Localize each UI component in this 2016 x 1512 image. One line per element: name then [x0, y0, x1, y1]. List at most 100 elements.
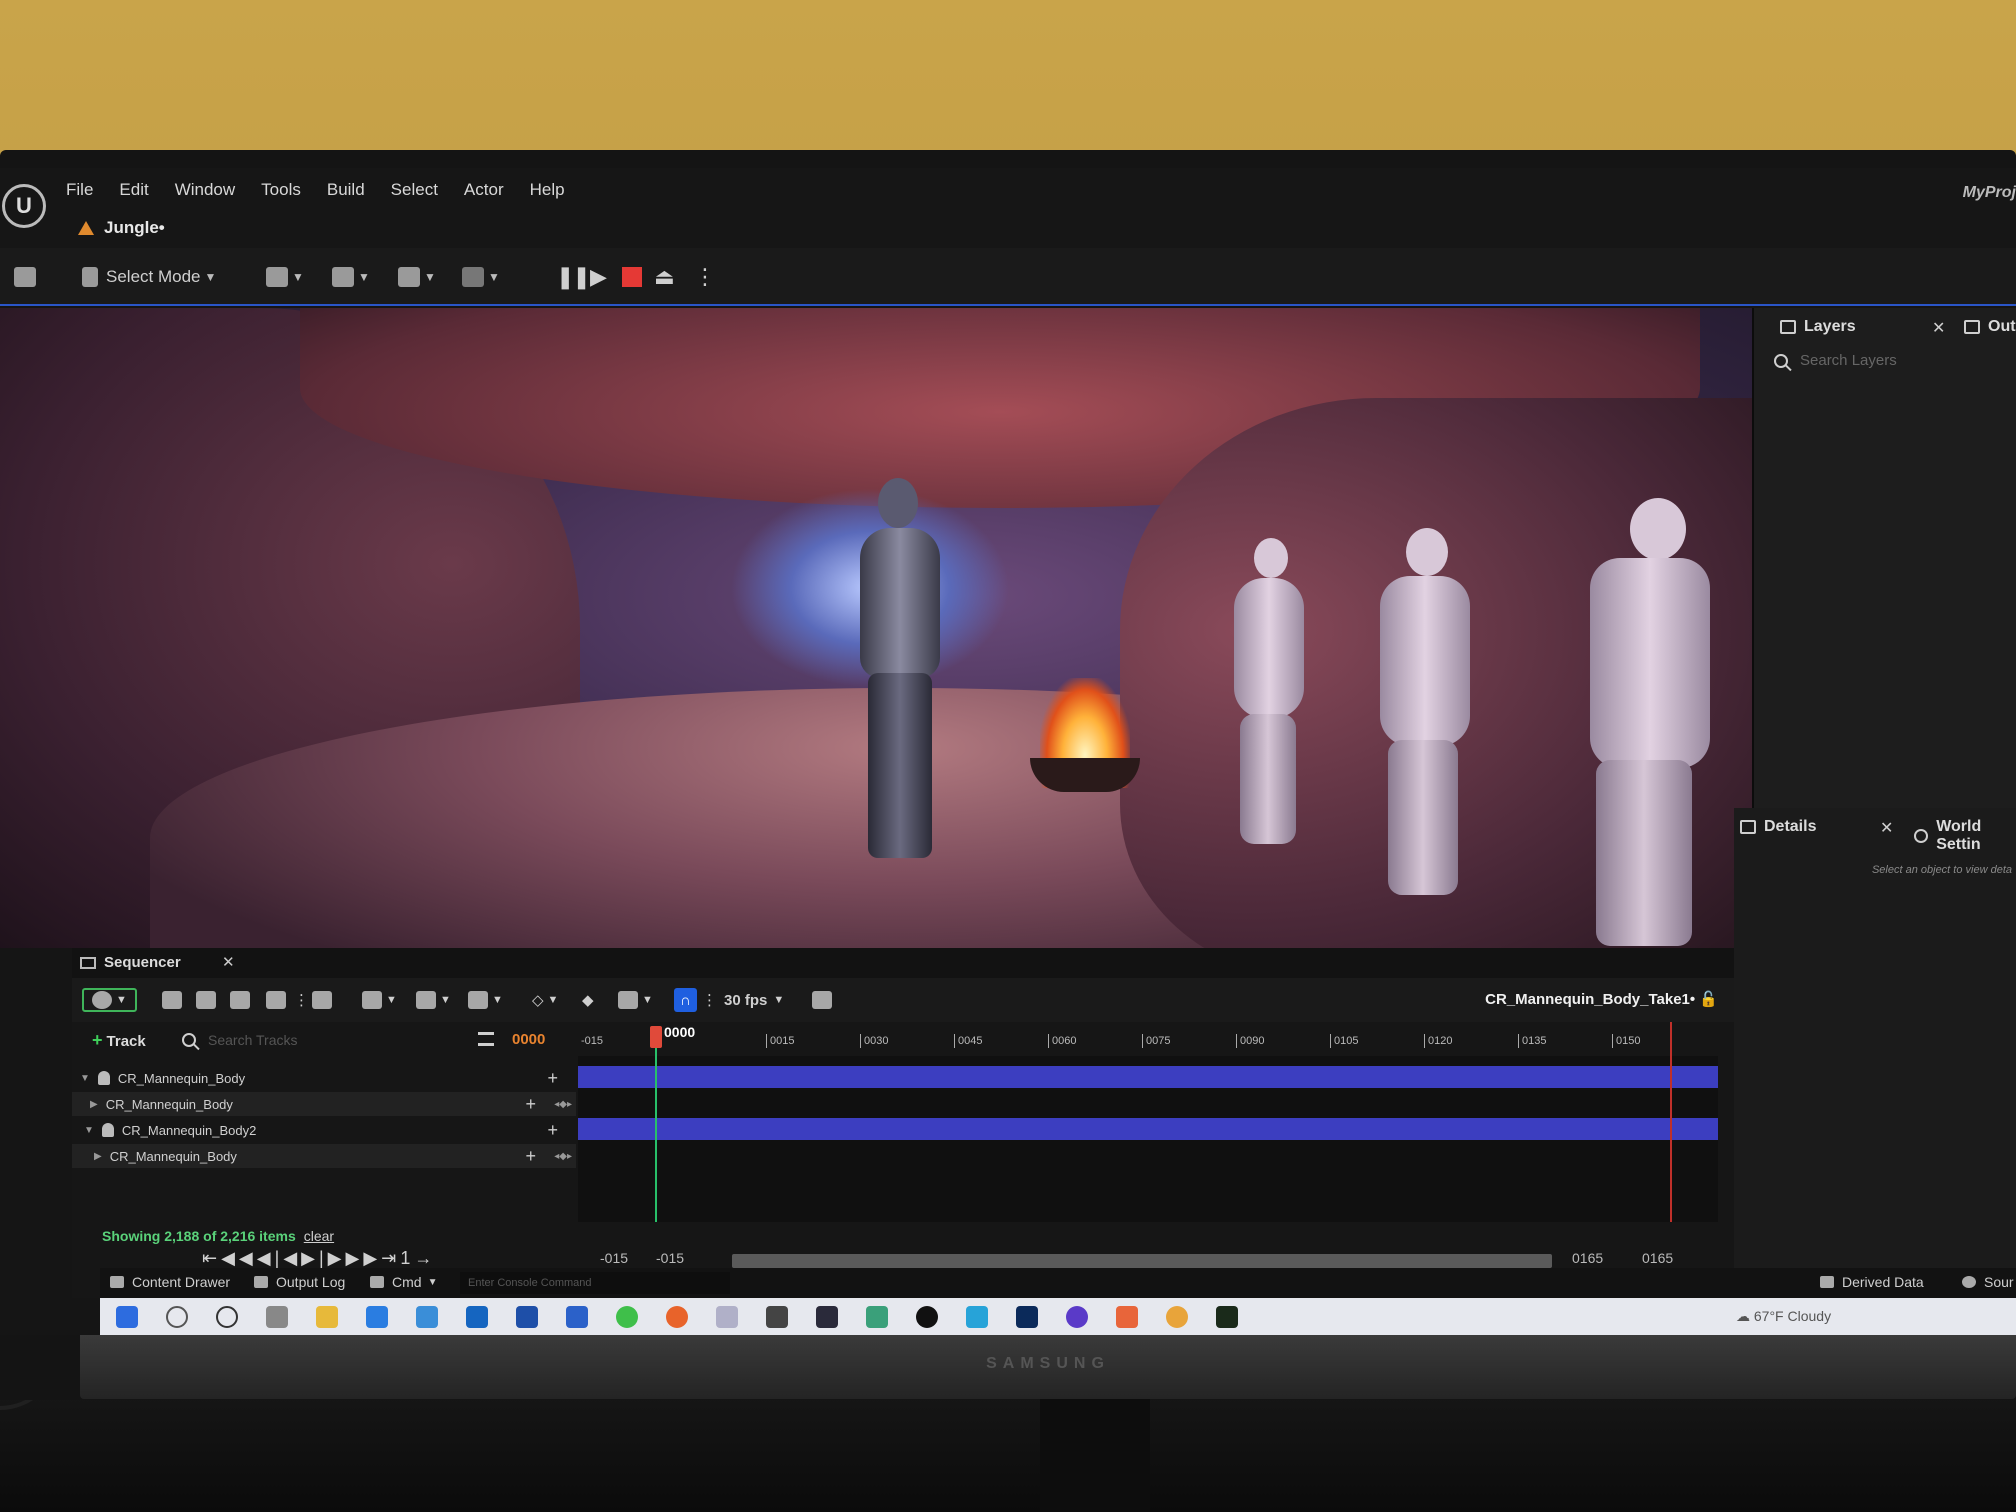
app-sun-icon[interactable]: [1166, 1306, 1188, 1328]
add-key-plus-button[interactable]: +: [525, 1146, 536, 1167]
snap-toggle[interactable]: ∩: [674, 988, 697, 1012]
player-icon[interactable]: [816, 1306, 838, 1328]
arrow-right-icon[interactable]: →: [414, 1248, 436, 1268]
figure-app-icon[interactable]: [766, 1306, 788, 1328]
close-layers-button[interactable]: ✕: [1932, 318, 1945, 338]
world-dropdown[interactable]: ▼: [82, 988, 137, 1012]
actions-button[interactable]: [312, 988, 332, 1012]
jump-to-start-icon[interactable]: ⇤: [202, 1248, 221, 1268]
blueprint-button[interactable]: ▼: [332, 262, 370, 292]
platforms-button[interactable]: ▼: [462, 262, 500, 292]
layers-search[interactable]: Search Layers: [1774, 352, 1897, 369]
play-icon[interactable]: ▶: [301, 1248, 319, 1268]
tab-outliner[interactable]: Outl: [1964, 318, 2016, 336]
windows-start-icon[interactable]: [116, 1306, 138, 1328]
menu-window[interactable]: Window: [175, 180, 249, 200]
menu-tools[interactable]: Tools: [261, 180, 315, 200]
playhead-handle[interactable]: [650, 1026, 662, 1048]
eject-button[interactable]: ⏏: [654, 262, 675, 292]
substance-painter-icon[interactable]: [1216, 1306, 1238, 1328]
save-sequence-button[interactable]: [162, 988, 182, 1012]
step-button[interactable]: ▶: [590, 262, 607, 292]
unreal-engine-icon[interactable]: [916, 1306, 938, 1328]
mannequin-2[interactable]: [1350, 528, 1490, 898]
menu-file[interactable]: File: [66, 180, 107, 200]
render-button[interactable]: [266, 988, 286, 1012]
task-view-icon[interactable]: [266, 1306, 288, 1328]
cortana-icon[interactable]: [216, 1306, 238, 1328]
snap-options-button[interactable]: ⋮: [702, 988, 717, 1012]
edge-icon[interactable]: [366, 1306, 388, 1328]
houdini-icon[interactable]: [1116, 1306, 1138, 1328]
add-actor-button[interactable]: ▼: [266, 262, 304, 292]
add-subtrack-button[interactable]: +: [547, 1120, 558, 1141]
find-in-browser-button[interactable]: [196, 988, 216, 1012]
more-options-button[interactable]: ⋮: [294, 988, 309, 1012]
view-dropdown[interactable]: ▼: [416, 988, 451, 1012]
output-log-button[interactable]: Output Log: [254, 1274, 345, 1290]
current-frame-field[interactable]: 0000: [512, 1031, 545, 1048]
character-figure[interactable]: [840, 478, 960, 858]
play-options-button[interactable]: ⋮: [694, 262, 716, 292]
menu-build[interactable]: Build: [327, 180, 379, 200]
key-nav-icon[interactable]: ◂◆▸: [554, 1099, 572, 1110]
next-key-icon[interactable]: ▶▶: [346, 1248, 382, 1268]
track-row[interactable]: ▶ CR_Mannequin_Body + ◂◆▸: [72, 1144, 576, 1168]
app-icon[interactable]: [866, 1306, 888, 1328]
prev-key-icon[interactable]: ◀◀: [221, 1248, 257, 1268]
add-subtrack-button[interactable]: +: [547, 1068, 558, 1089]
save-button[interactable]: [14, 262, 36, 292]
filter-icon[interactable]: [478, 1032, 494, 1046]
mannequin-1[interactable]: [1210, 538, 1320, 848]
menu-edit[interactable]: Edit: [119, 180, 162, 200]
menu-select[interactable]: Select: [391, 180, 452, 200]
cinematics-button[interactable]: ▼: [398, 262, 436, 292]
file-explorer-icon[interactable]: [316, 1306, 338, 1328]
camera-button[interactable]: [230, 988, 250, 1012]
tab-layers[interactable]: Layers: [1780, 318, 1856, 336]
timeline-scrollbar[interactable]: [732, 1254, 1552, 1268]
stop-button[interactable]: [622, 262, 642, 292]
outlook-icon[interactable]: [466, 1306, 488, 1328]
playback-end-marker[interactable]: [1670, 1022, 1672, 1222]
mannequin-3[interactable]: [1540, 498, 1730, 948]
source-control-button[interactable]: Sour: [1962, 1274, 2014, 1290]
fps-dropdown[interactable]: 30 fps ▼: [724, 988, 784, 1012]
close-details-button[interactable]: ✕: [1880, 818, 1893, 838]
add-key-button[interactable]: ◆: [582, 988, 594, 1012]
search-tracks-input[interactable]: Search Tracks: [182, 1032, 297, 1048]
mail-icon[interactable]: [416, 1306, 438, 1328]
store-icon[interactable]: [566, 1306, 588, 1328]
lock-icon[interactable]: 🔓: [1699, 991, 1718, 1008]
level-tab[interactable]: Jungle•: [78, 218, 165, 238]
weather-widget[interactable]: ☁ 67°F Cloudy: [1736, 1308, 1831, 1325]
add-key-plus-button[interactable]: +: [525, 1094, 536, 1115]
clear-filter-link[interactable]: clear: [304, 1228, 334, 1244]
console-input[interactable]: Enter Console Command: [460, 1272, 730, 1294]
tab-sequencer[interactable]: Sequencer: [80, 954, 181, 971]
prev-frame-icon[interactable]: ◀|: [257, 1248, 284, 1268]
close-sequencer-button[interactable]: ✕: [222, 953, 235, 971]
app-circle-icon[interactable]: [1066, 1306, 1088, 1328]
animation-section-bar[interactable]: [578, 1118, 1718, 1140]
curve-editor-button[interactable]: [812, 988, 832, 1012]
settings-wrench-dropdown[interactable]: ▼: [362, 988, 397, 1012]
view-range-start[interactable]: -015: [600, 1250, 628, 1266]
expand-arrow-icon[interactable]: ▶: [94, 1151, 102, 1162]
loop-icon[interactable]: 1: [400, 1248, 414, 1268]
content-drawer-button[interactable]: Content Drawer: [110, 1274, 230, 1290]
level-viewport[interactable]: [0, 308, 1752, 948]
animation-section-bar[interactable]: [578, 1066, 1718, 1088]
play-reverse-icon[interactable]: ◀: [283, 1248, 301, 1268]
search-icon[interactable]: [166, 1306, 188, 1328]
expand-arrow-icon[interactable]: ▶: [90, 1099, 98, 1110]
derived-data-button[interactable]: Derived Data: [1820, 1274, 1924, 1290]
time-ruler[interactable]: -015 0015 0030 0045 0060 0075 0090 0105 …: [578, 1022, 1718, 1056]
timeline[interactable]: -015 0015 0030 0045 0060 0075 0090 0105 …: [578, 1022, 1718, 1222]
playback-dropdown[interactable]: ▼: [468, 988, 503, 1012]
pause-button[interactable]: ❚❚: [556, 262, 591, 292]
jump-to-end-icon[interactable]: ⇥: [381, 1248, 400, 1268]
photoshop-icon[interactable]: [1016, 1306, 1038, 1328]
track-row[interactable]: ▶ CR_Mannequin_Body + ◂◆▸: [72, 1092, 576, 1116]
menu-actor[interactable]: Actor: [464, 180, 518, 200]
